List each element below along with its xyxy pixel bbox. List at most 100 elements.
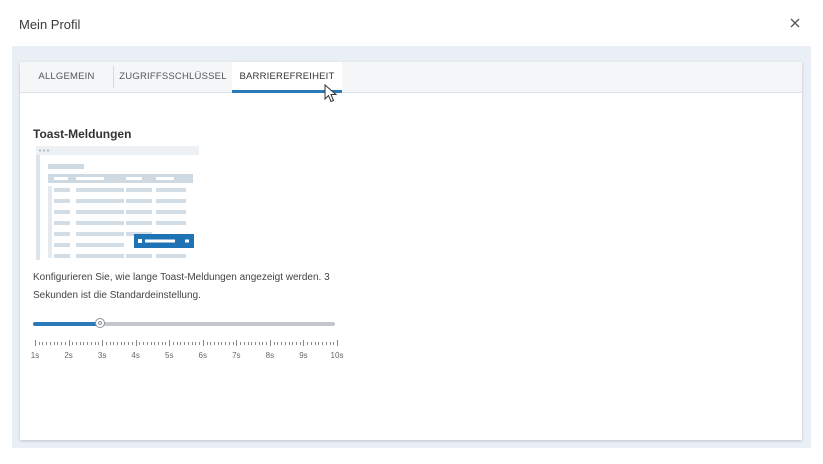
slider-minor-tick bbox=[117, 342, 119, 345]
slider-minor-tick bbox=[128, 342, 130, 345]
slider-minor-tick bbox=[90, 342, 92, 345]
section-title: Toast-Meldungen bbox=[33, 127, 132, 141]
slider-minor-tick bbox=[221, 342, 223, 345]
slider-fill bbox=[33, 322, 100, 326]
slider-tick-label: 6s bbox=[198, 351, 207, 360]
dialog-header: Mein Profil bbox=[0, 0, 823, 46]
slider-minor-tick bbox=[42, 342, 44, 345]
slider-thumb[interactable] bbox=[95, 318, 105, 328]
slider-minor-tick bbox=[243, 342, 245, 345]
profile-card: ALLGEMEIN ZUGRIFFSSCHLÜSSEL BARRIEREFREI… bbox=[20, 62, 802, 440]
slider-minor-tick bbox=[318, 342, 320, 345]
slider-tick-label: 2s bbox=[64, 351, 73, 360]
slider-minor-tick bbox=[325, 342, 327, 345]
slider-minor-tick bbox=[139, 342, 141, 345]
close-button[interactable] bbox=[787, 15, 803, 31]
toast-duration-slider[interactable] bbox=[33, 317, 337, 331]
slider-minor-tick bbox=[210, 342, 212, 345]
tab-allgemein[interactable]: ALLGEMEIN bbox=[20, 62, 113, 92]
slider-minor-tick bbox=[273, 342, 275, 345]
slider-minor-tick bbox=[64, 342, 66, 345]
slider-minor-tick bbox=[184, 342, 186, 345]
slider-minor-tick bbox=[124, 342, 126, 345]
slider-minor-tick bbox=[53, 342, 55, 345]
slider-minor-tick bbox=[61, 342, 63, 345]
slider-minor-tick bbox=[38, 342, 40, 345]
slider-major-tick bbox=[169, 340, 171, 346]
slider-minor-tick bbox=[251, 342, 253, 345]
slider-tick-label: 10s bbox=[330, 351, 344, 360]
slider-major-tick bbox=[102, 340, 104, 346]
slider-minor-tick bbox=[266, 342, 268, 345]
slider-minor-tick bbox=[217, 342, 219, 345]
slider-minor-tick bbox=[87, 342, 89, 345]
slider-tick-label: 4s bbox=[131, 351, 140, 360]
slider-major-tick bbox=[135, 340, 137, 346]
slider-minor-tick bbox=[191, 342, 193, 345]
slider-minor-tick bbox=[49, 342, 51, 345]
close-icon bbox=[790, 18, 800, 28]
slider-minor-tick bbox=[292, 342, 294, 345]
slider-minor-tick bbox=[232, 342, 234, 345]
slider-major-tick bbox=[337, 340, 338, 346]
slider-minor-tick bbox=[199, 342, 201, 345]
slider-minor-tick bbox=[310, 342, 312, 345]
dialog-title: Mein Profil bbox=[19, 17, 81, 32]
slider-minor-tick bbox=[299, 342, 301, 345]
slider-minor-tick bbox=[158, 342, 160, 345]
slider-minor-tick bbox=[281, 342, 283, 345]
slider-major-tick bbox=[35, 340, 36, 346]
slider-minor-tick bbox=[146, 342, 148, 345]
slider-minor-tick bbox=[98, 342, 100, 345]
mouse-cursor-icon bbox=[324, 84, 338, 103]
tab-bar: ALLGEMEIN ZUGRIFFSSCHLÜSSEL BARRIEREFREI… bbox=[20, 62, 802, 93]
slider-minor-tick bbox=[277, 342, 279, 345]
tab-zugriffsschluessel[interactable]: ZUGRIFFSSCHLÜSSEL bbox=[114, 62, 232, 92]
slider-minor-tick bbox=[295, 342, 297, 345]
slider-minor-tick bbox=[94, 342, 96, 345]
slider-tick-label: 1s bbox=[30, 351, 40, 360]
slider-minor-tick bbox=[329, 342, 331, 345]
slider-minor-tick bbox=[288, 342, 290, 345]
slider-tick-labels: 1s 2s 3s 4s 5s 6s 7s 8s 9s 10s bbox=[31, 351, 344, 363]
slider-minor-tick bbox=[79, 342, 81, 345]
slider-minor-tick bbox=[322, 342, 324, 345]
slider-minor-tick bbox=[161, 342, 163, 345]
slider-tick-label: 9s bbox=[299, 351, 308, 360]
slider-minor-tick bbox=[46, 342, 48, 345]
slider-minor-tick bbox=[143, 342, 145, 345]
slider-minor-tick bbox=[165, 342, 167, 345]
slider-minor-tick bbox=[150, 342, 152, 345]
slider-minor-tick bbox=[57, 342, 59, 345]
slider-minor-tick bbox=[258, 342, 260, 345]
slider-minor-tick bbox=[109, 342, 111, 345]
slider-tick-label: 7s bbox=[232, 351, 241, 360]
toast-preview-illustration bbox=[36, 146, 199, 260]
slider-major-tick bbox=[202, 340, 204, 346]
slider-minor-tick bbox=[284, 342, 286, 345]
slider-tick-label: 8s bbox=[265, 351, 275, 360]
slider-minor-tick bbox=[307, 342, 309, 345]
slider-minor-tick bbox=[131, 342, 133, 345]
slider-ticks bbox=[35, 340, 338, 350]
slider-major-tick bbox=[68, 340, 70, 346]
slider-minor-tick bbox=[72, 342, 74, 345]
slider-minor-tick bbox=[187, 342, 189, 345]
slider-minor-tick bbox=[172, 342, 174, 345]
slider-minor-tick bbox=[247, 342, 249, 345]
slider-tick-label: 3s bbox=[97, 351, 107, 360]
slider-minor-tick bbox=[120, 342, 122, 345]
slider-minor-tick bbox=[314, 342, 316, 345]
slider-minor-tick bbox=[176, 342, 178, 345]
slider-minor-tick bbox=[228, 342, 230, 345]
slider-major-tick bbox=[303, 340, 305, 346]
slider-minor-tick bbox=[262, 342, 264, 345]
slider-major-tick bbox=[269, 340, 271, 346]
slider-minor-tick bbox=[105, 342, 107, 345]
slider-minor-tick bbox=[83, 342, 85, 345]
slider-minor-tick bbox=[195, 342, 197, 345]
slider-minor-tick bbox=[225, 342, 227, 345]
slider-minor-tick bbox=[240, 342, 242, 345]
slider-minor-tick bbox=[254, 342, 256, 345]
slider-tick-label: 5s bbox=[164, 351, 174, 360]
